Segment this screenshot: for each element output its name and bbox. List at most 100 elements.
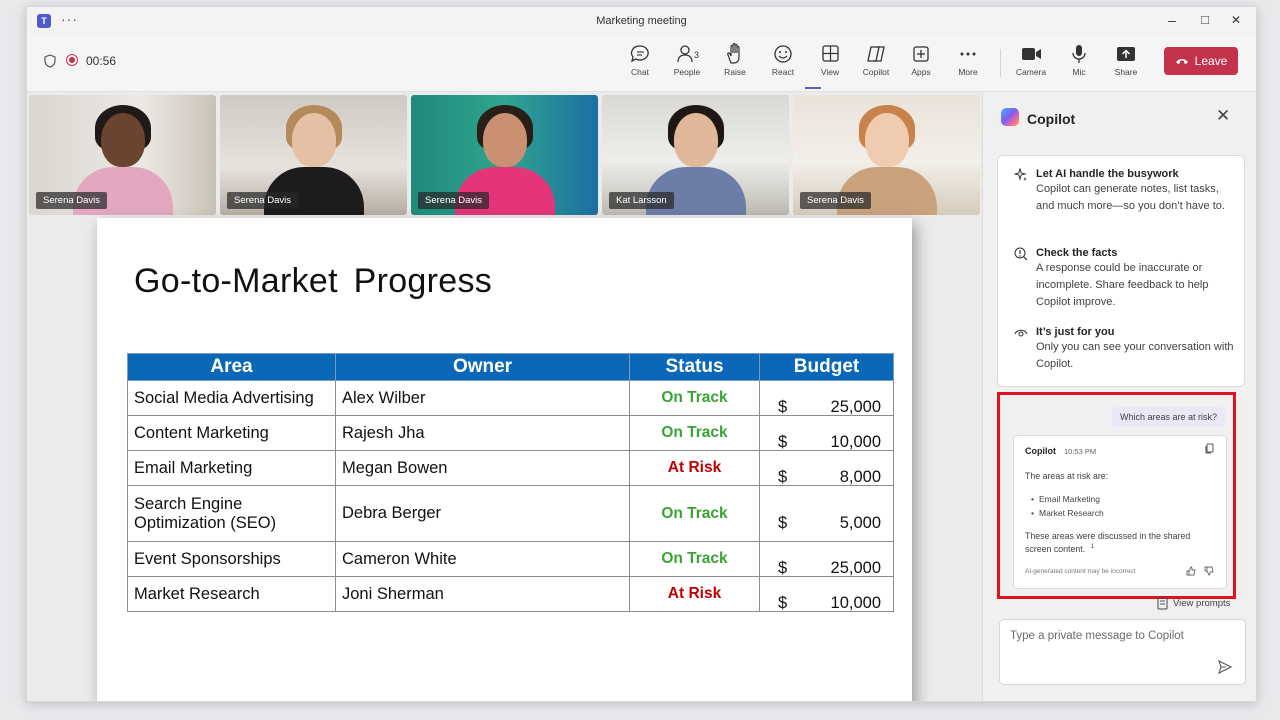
react-label: React [771,67,795,77]
budget-cell: $25,000 [759,541,894,577]
share-button[interactable]: Share [1104,43,1148,77]
response-bullet: Market Research [1031,508,1104,518]
raise-label: Raise [724,67,746,77]
info-item: Check the facts A response could be inac… [1014,247,1234,311]
teams-window: T ··· Marketing meeting – □ ✕ 00:56 Chat… [26,6,1257,702]
ai-disclaimer: AI-generated content may be incorrect [1025,568,1136,575]
currency-symbol: $ [778,468,788,486]
area-cell: Content Marketing [127,415,336,451]
status-cell: At Risk [629,576,760,612]
chat-button[interactable]: Chat [618,43,662,77]
window-title: Marketing meeting [596,15,687,27]
participant-name: Serena Davis [227,192,299,209]
budget-cell: $25,000 [759,380,894,416]
info-heading: Check the facts [1036,247,1118,259]
private-message-input[interactable] [1010,630,1230,642]
participant-tile[interactable]: Kat Larsson [602,95,789,215]
people-label: People [673,67,701,77]
copilot-label: Copilot [862,67,890,77]
view-button[interactable]: View [808,43,852,77]
camera-button[interactable]: Camera [1009,43,1053,77]
area-cell: Event Sponsorships [127,541,336,577]
mic-button[interactable]: Mic [1057,43,1101,77]
chat-icon [630,45,649,63]
info-item: Let AI handle the busywork Copilot can g… [1014,168,1234,215]
view-icon [822,45,839,62]
column-header-budget: Budget [759,353,894,381]
view-prompts-label: View prompts [1173,598,1231,609]
participant-name: Kat Larsson [609,192,674,209]
info-body: Only you can see your conversation with … [1036,341,1234,370]
minimize-button[interactable]: – [1162,12,1182,28]
table-row: Email Marketing Megan Bowen At Risk $8,0… [127,450,894,486]
more-icon [960,52,976,56]
view-active-indicator [805,87,821,89]
status-cell: On Track [629,485,760,542]
budget-cell: $8,000 [759,450,894,486]
chat-label: Chat [631,67,649,77]
sparkle-icon [1014,168,1027,181]
camera-icon [1022,48,1041,60]
citation-marker[interactable]: 1 [1091,544,1094,550]
meeting-toolbar: 00:56 Chat 3 People Raise React View Cop… [27,35,1256,92]
meeting-timer: 00:56 [86,54,117,68]
prompts-icon [1157,597,1168,610]
currency-symbol: $ [778,433,788,451]
more-label: More [958,67,978,77]
user-message: Which areas are at risk? [1111,407,1225,427]
owner-cell: Megan Bowen [335,450,630,486]
budget-amount: 10,000 [830,594,881,612]
camera-label: Camera [1015,67,1047,77]
participant-tile[interactable]: Serena Davis [220,95,407,215]
copilot-info-card: Let AI handle the busywork Copilot can g… [997,155,1245,387]
participant-tile[interactable]: Serena Davis [411,95,598,215]
table-row: Content Marketing Rajesh Jha On Track $1… [127,415,894,451]
currency-symbol: $ [778,398,788,416]
copilot-response: Copilot 10:53 PM The areas at risk are: … [1013,435,1227,589]
thumbs-down-icon[interactable] [1204,566,1214,576]
table-row: Event Sponsorships Cameron White On Trac… [127,541,894,577]
mic-icon [1072,45,1086,63]
response-time: 10:53 PM [1064,447,1097,456]
participant-tile[interactable]: Serena Davis [793,95,980,215]
check-facts-icon [1014,247,1028,261]
response-line-text: screen content. [1025,544,1086,554]
copy-icon[interactable] [1204,443,1214,455]
participant-tile[interactable]: Serena Davis [29,95,216,215]
info-heading: It’s just for you [1036,326,1115,338]
hang-up-icon [1175,59,1188,64]
maximize-button[interactable]: □ [1195,12,1215,27]
toolbar-divider [1000,49,1001,77]
leave-button[interactable]: Leave [1164,47,1238,75]
budget-amount: 10,000 [830,433,881,451]
close-icon[interactable]: ✕ [1216,106,1230,126]
currency-symbol: $ [778,513,788,532]
apps-button[interactable]: Apps [899,43,943,77]
close-window-button[interactable]: ✕ [1226,13,1246,27]
info-item: It’s just for you Only you can see your … [1014,326,1234,373]
thumbs-up-icon[interactable] [1186,566,1196,576]
budget-amount: 25,000 [830,398,881,416]
info-heading: Let AI handle the busywork [1036,168,1179,180]
response-author: Copilot [1025,446,1056,456]
highlighted-conversation: Which areas are at risk? Copilot 10:53 P… [997,392,1236,599]
raise-hand-icon [727,43,740,64]
participant-name: Serena Davis [36,192,108,209]
area-cell: Search Engine Optimization (SEO) [127,485,336,542]
react-icon [774,45,792,63]
column-header-status: Status [629,353,760,381]
currency-symbol: $ [778,559,788,577]
shield-icon [44,54,56,68]
raise-hand-button[interactable]: Raise [713,43,757,77]
more-button[interactable]: More [946,43,990,77]
people-button[interactable]: 3 People [665,43,709,77]
budget-amount: 8,000 [839,468,881,486]
view-label: View [820,67,840,77]
react-button[interactable]: React [761,43,805,77]
table-row: Search Engine Optimization (SEO) Debra B… [127,485,894,542]
copilot-button[interactable]: Copilot [854,43,898,77]
view-prompts-button[interactable]: View prompts [1157,597,1230,610]
send-icon[interactable] [1217,659,1233,675]
participant-name: Serena Davis [418,192,490,209]
status-cell: On Track [629,380,760,416]
